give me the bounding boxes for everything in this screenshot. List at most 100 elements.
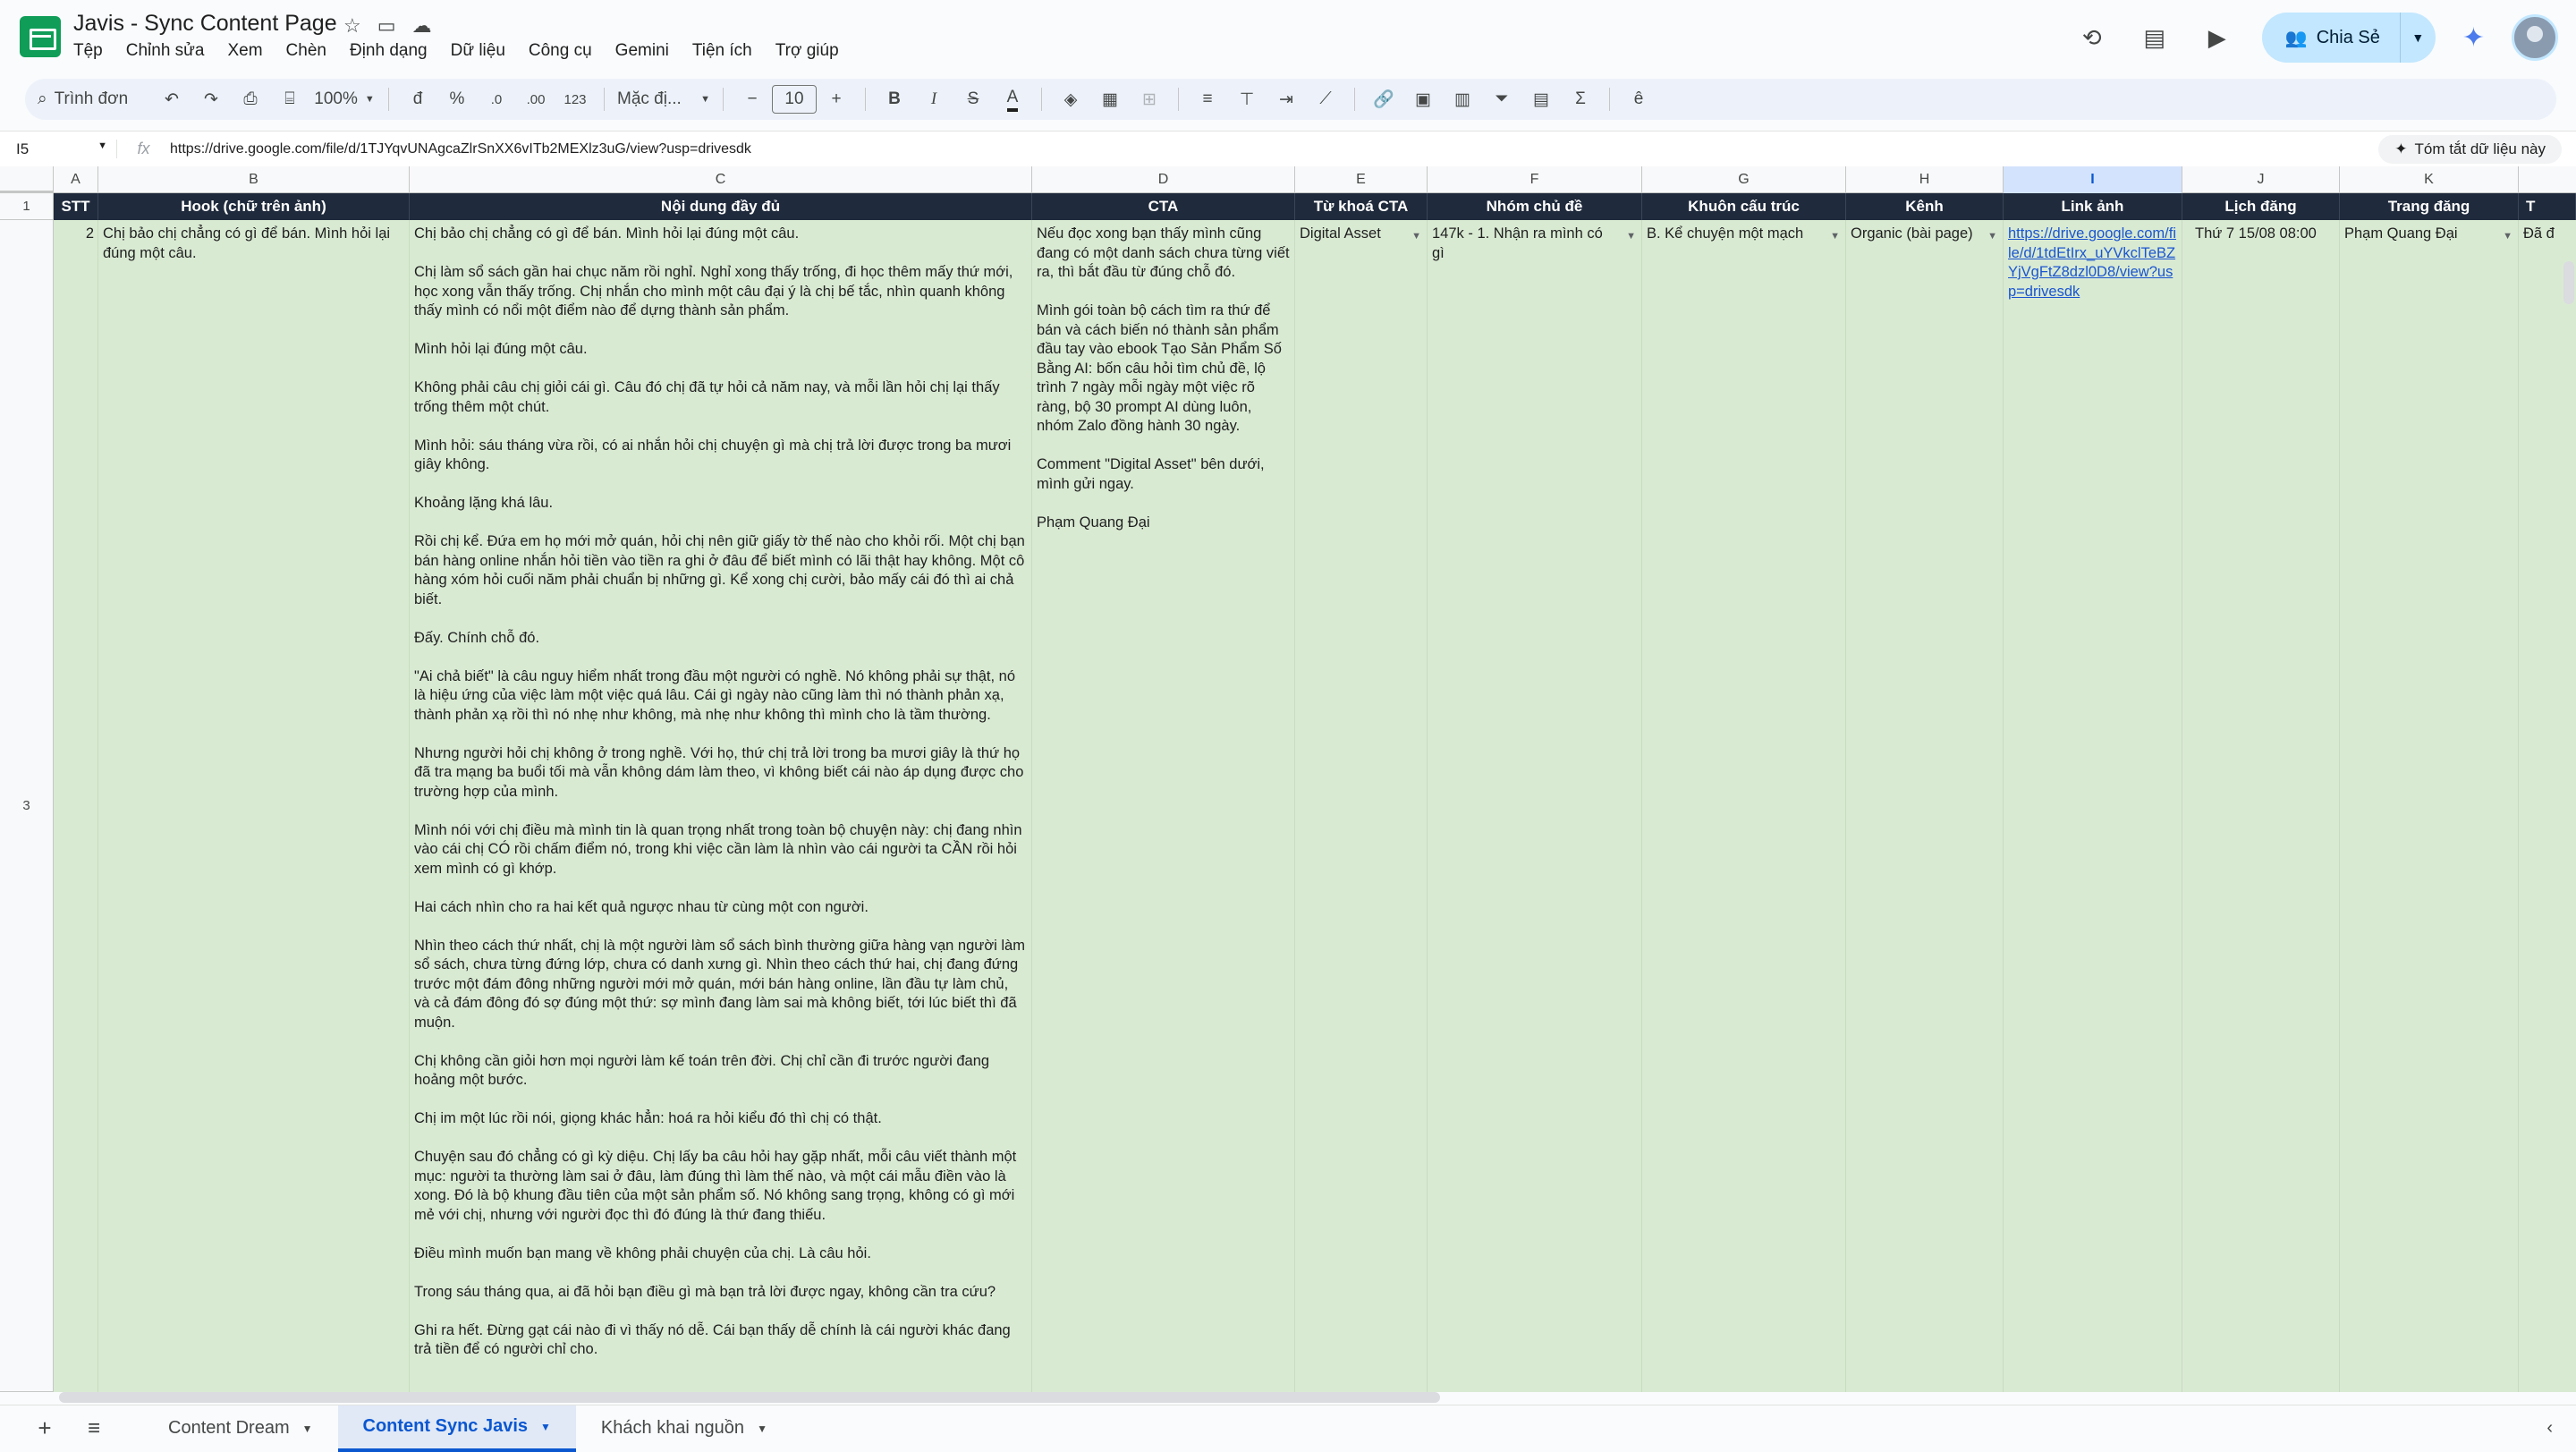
meet-icon[interactable]: ▶: [2199, 20, 2235, 55]
filter-icon[interactable]: ⏷: [1486, 83, 1518, 115]
increase-decimal-button[interactable]: .00: [520, 83, 552, 115]
cell-content[interactable]: Chị bảo chị chẳng có gì để bán. Mình hỏi…: [410, 220, 1032, 1392]
menu-help[interactable]: Trợ giúp: [775, 41, 839, 61]
summarize-data-button[interactable]: ✦ Tóm tắt dữ liệu này: [2378, 135, 2562, 164]
header-cell-cta[interactable]: CTA: [1032, 193, 1295, 220]
column-header-d[interactable]: D: [1032, 166, 1295, 193]
column-header-j[interactable]: J: [2182, 166, 2340, 193]
move-folder-icon[interactable]: ▭: [377, 14, 396, 38]
cell-hook[interactable]: Chị bảo chị chẳng có gì để bán. Mình hỏi…: [98, 220, 410, 1392]
column-header-h[interactable]: H: [1846, 166, 2004, 193]
star-icon[interactable]: ☆: [343, 14, 361, 38]
share-dropdown-icon[interactable]: ▼: [2399, 13, 2436, 63]
cell-status[interactable]: Đã đ: [2519, 220, 2576, 1392]
menu-edit[interactable]: Chỉnh sửa: [126, 41, 205, 61]
cell-cta-keyword[interactable]: Digital Asset ▼: [1295, 220, 1428, 1392]
tab-content-sync-javis[interactable]: Content Sync Javis ▼: [337, 1405, 576, 1452]
fill-color-icon[interactable]: ◈: [1055, 83, 1087, 115]
chevron-down-icon[interactable]: ▼: [302, 1422, 313, 1435]
menu-extensions[interactable]: Tiện ích: [692, 41, 752, 61]
column-header-l[interactable]: [2519, 166, 2576, 193]
menu-data[interactable]: Dữ liệu: [451, 41, 505, 61]
dropdown-chevron-icon[interactable]: ▼: [2503, 227, 2512, 247]
paint-format-icon[interactable]: ⌸: [274, 83, 306, 115]
cell-image-link[interactable]: https://drive.google.com/file/d/1tdEtIrx…: [2004, 220, 2182, 1392]
comments-icon[interactable]: ▤: [2137, 20, 2173, 55]
borders-icon[interactable]: ▦: [1094, 83, 1126, 115]
chevron-down-icon[interactable]: ▼: [540, 1421, 551, 1433]
horizontal-align-icon[interactable]: ≡: [1191, 83, 1224, 115]
tab-content-dream[interactable]: Content Dream ▼: [143, 1405, 338, 1452]
menu-format[interactable]: Định dạng: [350, 41, 428, 61]
menu-search[interactable]: ⌕ Trình đơn: [38, 89, 152, 109]
cell-stt[interactable]: 2: [54, 220, 98, 1392]
header-cell-hook[interactable]: Hook (chữ trên ảnh): [98, 193, 410, 220]
select-all-corner[interactable]: [0, 166, 54, 193]
font-select[interactable]: Mặc đị... ▼: [617, 83, 710, 115]
text-rotate-icon[interactable]: ⟋: [1309, 83, 1342, 115]
currency-button[interactable]: đ: [402, 83, 434, 115]
header-cell-cta-keyword[interactable]: Từ khoá CTA: [1295, 193, 1428, 220]
input-tools-icon[interactable]: ê: [1623, 83, 1655, 115]
text-color-button[interactable]: A: [996, 83, 1029, 115]
menu-file[interactable]: Tệp: [73, 41, 103, 61]
dropdown-chevron-icon[interactable]: ▼: [1411, 227, 1421, 247]
header-cell-structure[interactable]: Khuôn cấu trúc: [1642, 193, 1846, 220]
undo-icon[interactable]: ↶: [156, 83, 188, 115]
column-header-a[interactable]: A: [54, 166, 98, 193]
font-size-decrease-icon[interactable]: −: [736, 83, 768, 115]
document-title[interactable]: Javis - Sync Content Page: [73, 11, 337, 37]
cell-page[interactable]: Phạm Quang Đại ▼: [2340, 220, 2519, 1392]
cell-topic-group[interactable]: 147k - 1. Nhận ra mình có gì ▼: [1428, 220, 1642, 1392]
add-sheet-icon[interactable]: +: [18, 1414, 72, 1442]
sheets-logo-icon[interactable]: [20, 16, 61, 57]
italic-button[interactable]: I: [918, 83, 950, 115]
header-cell-stt[interactable]: STT: [54, 193, 98, 220]
row-header-1[interactable]: 1: [0, 193, 54, 220]
column-header-k[interactable]: K: [2340, 166, 2519, 193]
dropdown-chevron-icon[interactable]: ▼: [1626, 227, 1636, 247]
cell-structure[interactable]: B. Kể chuyện một mạch ▼: [1642, 220, 1846, 1392]
cell-channel[interactable]: Organic (bài page) ▼: [1846, 220, 2004, 1392]
menu-gemini[interactable]: Gemini: [615, 41, 669, 61]
column-header-i[interactable]: I: [2004, 166, 2182, 193]
spreadsheet-grid[interactable]: A B C D E F G H I J K 1 3 STT Hook (chữ …: [0, 166, 2576, 1392]
tab-khach-khai-nguon[interactable]: Khách khai nguồn ▼: [576, 1405, 792, 1452]
header-cell-channel[interactable]: Kênh: [1846, 193, 2004, 220]
zoom-select[interactable]: 100% ▼: [313, 83, 376, 115]
header-cell-content[interactable]: Nội dung đầy đủ: [410, 193, 1032, 220]
menu-view[interactable]: Xem: [227, 41, 262, 61]
formula-input[interactable]: https://drive.google.com/file/d/1TJYqvUN…: [170, 141, 751, 157]
vertical-scrollbar[interactable]: [2563, 261, 2574, 304]
percent-button[interactable]: %: [441, 83, 473, 115]
column-header-g[interactable]: G: [1642, 166, 1846, 193]
header-cell-status[interactable]: T: [2519, 193, 2576, 220]
menu-insert[interactable]: Chèn: [286, 41, 326, 61]
table-views-icon[interactable]: ▤: [1525, 83, 1557, 115]
row-header-3[interactable]: 3: [0, 220, 54, 1392]
font-size-input[interactable]: 10: [772, 85, 817, 114]
share-main[interactable]: 👥 Chia Sẻ: [2262, 13, 2400, 63]
redo-icon[interactable]: ↷: [195, 83, 227, 115]
insert-chart-icon[interactable]: ▥: [1446, 83, 1479, 115]
all-sheets-icon[interactable]: ≡: [72, 1416, 116, 1441]
header-cell-image-link[interactable]: Link ảnh: [2004, 193, 2182, 220]
cell-cta[interactable]: Nếu đọc xong bạn thấy mình cũng đang có …: [1032, 220, 1295, 1392]
header-cell-schedule[interactable]: Lịch đăng: [2182, 193, 2340, 220]
cell-schedule[interactable]: Thứ 7 15/08 08:00: [2182, 220, 2340, 1392]
bold-button[interactable]: B: [878, 83, 911, 115]
column-header-f[interactable]: F: [1428, 166, 1642, 193]
dropdown-chevron-icon[interactable]: ▼: [1987, 227, 1997, 247]
horizontal-scrollbar[interactable]: [59, 1392, 1440, 1403]
strikethrough-button[interactable]: S: [957, 83, 989, 115]
avatar[interactable]: [2512, 14, 2558, 61]
version-history-icon[interactable]: ⟲: [2074, 20, 2110, 55]
header-cell-topic-group[interactable]: Nhóm chủ đề: [1428, 193, 1642, 220]
insert-link-icon[interactable]: 🔗: [1368, 83, 1400, 115]
share-button[interactable]: 👥 Chia Sẻ ▼: [2261, 13, 2436, 63]
merge-cells-icon[interactable]: ⊞: [1133, 83, 1165, 115]
image-link[interactable]: https://drive.google.com/file/d/1tdEtIrx…: [2008, 225, 2176, 300]
gemini-icon[interactable]: ✦: [2462, 22, 2485, 54]
print-icon[interactable]: ⎙: [234, 83, 267, 115]
vertical-align-icon[interactable]: ⊤: [1231, 83, 1263, 115]
